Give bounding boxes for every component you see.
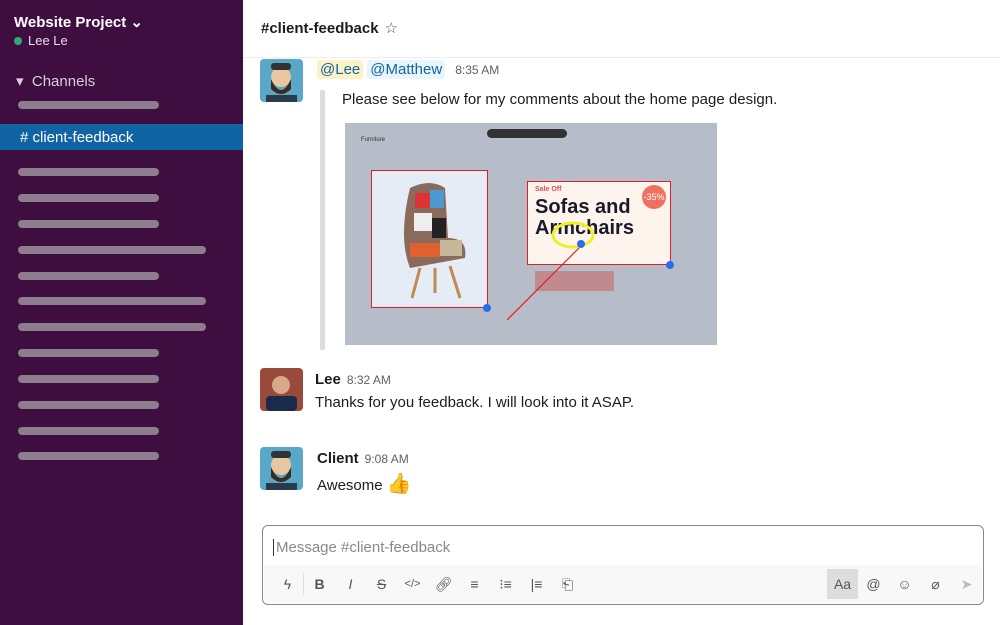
channel-placeholder[interactable] — [18, 427, 159, 435]
italic-icon[interactable]: I — [335, 576, 366, 592]
channel-placeholder[interactable] — [18, 101, 159, 109]
message-text: Awesome 👍 — [317, 473, 412, 495]
star-icon[interactable]: ☆ — [385, 20, 398, 37]
shortcuts-icon[interactable]: ϟ — [272, 576, 303, 592]
attachment-icon[interactable]: ⌀ — [920, 576, 951, 593]
bulleted-list-icon[interactable]: ⁝≡ — [490, 576, 521, 593]
channels-header[interactable]: ▾ Channels — [16, 72, 95, 90]
sidebar-item-client-feedback[interactable]: # client-feedback — [0, 124, 243, 150]
mention[interactable]: @Lee — [317, 60, 364, 79]
quote-bar — [320, 90, 325, 350]
ordered-list-icon[interactable]: ≡ — [459, 576, 490, 592]
channel-placeholder[interactable] — [18, 401, 159, 409]
divider — [243, 57, 1000, 58]
timestamp[interactable]: 8:35 AM — [455, 63, 499, 77]
mention-icon[interactable]: @ — [858, 576, 889, 592]
message-author[interactable]: Client 9:08 AM — [317, 450, 409, 467]
timestamp[interactable]: 8:32 AM — [347, 373, 391, 387]
message-author[interactable]: Lee 8:32 AM — [315, 371, 391, 388]
user-status[interactable]: Lee Le — [14, 33, 68, 48]
formatting-toolbar: ϟ B I S </> 🔗︎ ≡ ⁝≡ |≡ ⎗ Aa @ ☺ ⌀ ➤ — [264, 565, 982, 603]
channel-placeholder[interactable] — [18, 297, 206, 305]
image-attachment[interactable]: Furniture Sale Off Sofas and Armchairs -3… — [345, 123, 717, 345]
sidebar: Website Project ⌄ Lee Le ▾ Channels # cl… — [0, 0, 243, 625]
mention[interactable]: @Matthew — [367, 60, 446, 79]
strikethrough-icon[interactable]: S — [366, 576, 397, 592]
channel-placeholder[interactable] — [18, 323, 206, 331]
message-input[interactable]: Message #client-feedback — [273, 539, 450, 556]
channel-placeholder[interactable] — [18, 194, 159, 202]
message-text: Please see below for my comments about t… — [342, 91, 778, 108]
format-toggle-button[interactable]: Aa — [827, 569, 858, 599]
channel-placeholder[interactable] — [18, 272, 159, 280]
link-icon[interactable]: 🔗︎ — [428, 576, 459, 593]
emoji-icon[interactable]: ☺ — [889, 576, 920, 592]
avatar[interactable] — [260, 447, 303, 490]
bold-icon[interactable]: B — [304, 576, 335, 592]
channel-placeholder[interactable] — [18, 220, 159, 228]
workspace-name[interactable]: Website Project ⌄ — [14, 13, 143, 31]
timestamp[interactable]: 9:08 AM — [365, 452, 409, 466]
channel-placeholder[interactable] — [18, 375, 159, 383]
message-text: Thanks for you feedback. I will look int… — [315, 394, 635, 411]
send-icon[interactable]: ➤ — [951, 576, 982, 593]
code-block-icon[interactable]: ⎗ — [552, 576, 583, 593]
channel-placeholder[interactable] — [18, 168, 159, 176]
code-icon[interactable]: </> — [397, 578, 428, 590]
channel-title[interactable]: #client-feedback ☆ — [261, 19, 398, 37]
channel-placeholder[interactable] — [18, 246, 206, 254]
avatar[interactable] — [260, 59, 303, 102]
avatar[interactable] — [260, 368, 303, 411]
channel-placeholder[interactable] — [18, 349, 159, 357]
blockquote-icon[interactable]: |≡ — [521, 576, 552, 592]
channel-placeholder[interactable] — [18, 452, 159, 460]
message-pane: #client-feedback ☆ @Lee @Matthew 8:35 AM Pl… — [243, 0, 1000, 625]
message-header: @Lee @Matthew 8:35 AM — [317, 60, 499, 79]
thumbs-up-icon: 👍 — [386, 473, 412, 495]
message-composer[interactable]: Message #client-feedback ϟ B I S </> 🔗︎ … — [262, 525, 984, 605]
online-dot — [14, 37, 22, 45]
